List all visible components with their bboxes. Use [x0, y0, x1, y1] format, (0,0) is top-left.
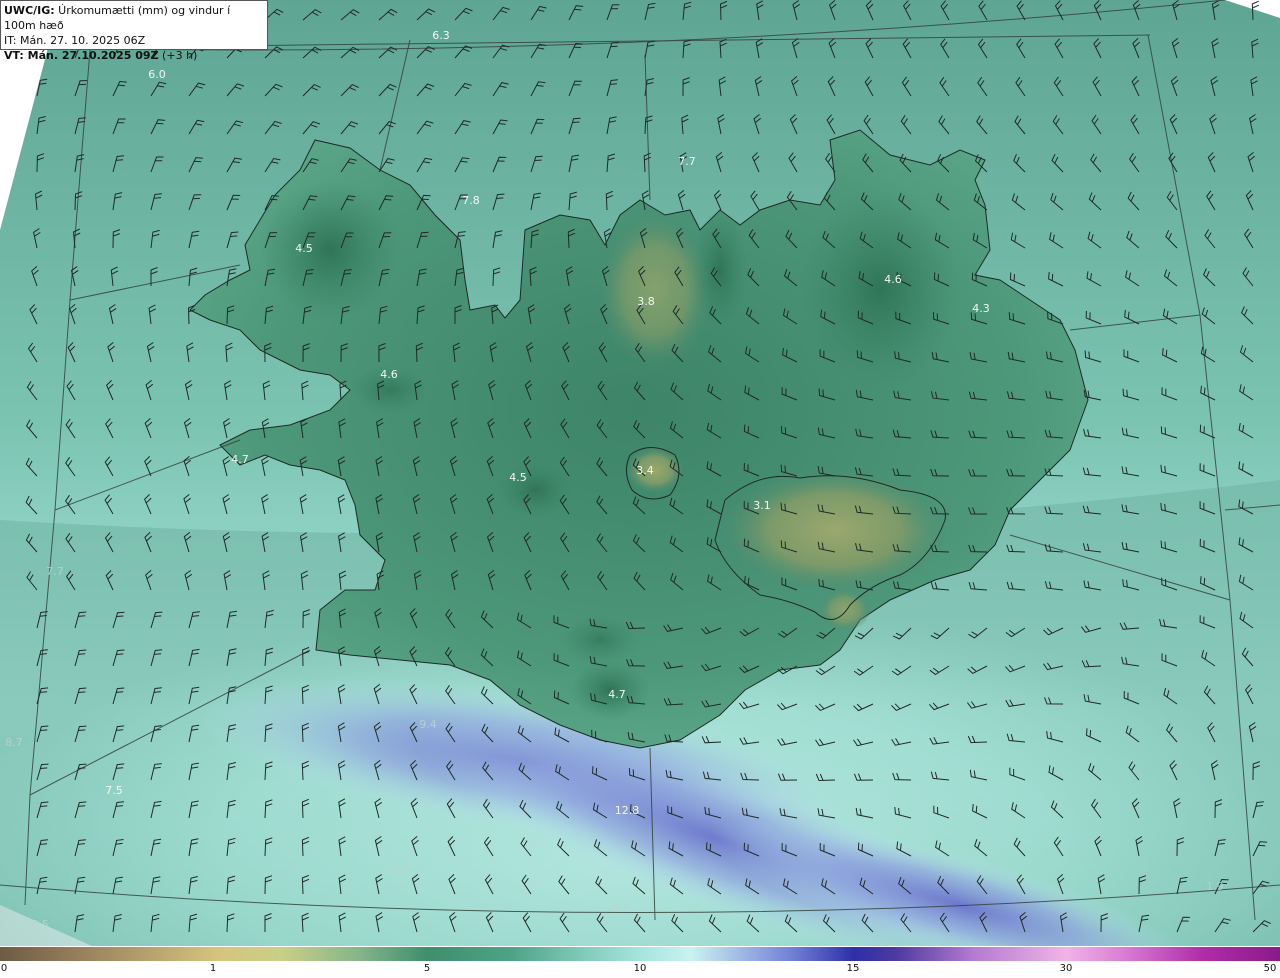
- precip-value-label: 7.7: [46, 565, 64, 578]
- precip-value-label: 9.8: [391, 864, 409, 877]
- precip-value-label: 7.7: [678, 155, 696, 168]
- precip-value-label: 6.3: [432, 29, 450, 42]
- precip-value-label: 3.1: [753, 499, 771, 512]
- map-info-box: UWC/IG: Úrkomumætti (mm) og vindur í 100…: [0, 0, 268, 62]
- colorbar-tick-5: 5: [423, 963, 431, 974]
- map-title: UWC/IG: Úrkomumætti (mm) og vindur í 100…: [4, 4, 231, 32]
- precip-value-label: 4.5: [509, 471, 527, 484]
- initial-time: IT: Mán. 27. 10. 2025 06Z: [4, 34, 146, 47]
- precip-value-label: 4.7: [608, 688, 626, 701]
- precip-value-label: 4.5: [295, 242, 313, 255]
- forecast-map: 6.3 6.0 7.7 7.8 4.5 4.6 3.8 4.3 4.6 4.7 3.4 4.5 3.1 4…: [0, 0, 1280, 978]
- precip-value-label: 1.9: [1206, 880, 1224, 893]
- precip-value-label: 4.3: [972, 302, 990, 315]
- precipitation-colorbar: 0 1 5 10 15 30 50: [0, 946, 1280, 978]
- precip-value-label: 12.8: [615, 804, 640, 817]
- precip-value-label: 4.7: [231, 453, 249, 466]
- map-canvas: 6.3 6.0 7.7 7.8 4.5 4.6 3.8 4.3 4.6 4.7 3.4 4.5 3.1 4…: [0, 0, 1280, 946]
- precip-value-label: 7.8: [462, 194, 480, 207]
- colorbar-tick-0: 0: [0, 963, 8, 974]
- precip-value-label: 8.8: [613, 902, 631, 915]
- precip-value-label: 4.6: [380, 368, 398, 381]
- valid-time: VT: Mán. 27.10.2025 09Z (+3 h): [4, 49, 198, 62]
- precip-value-label: 9.4: [419, 718, 437, 731]
- colorbar-strip: [0, 947, 1280, 961]
- colorbar-tick-30: 30: [1059, 963, 1073, 974]
- precip-value-label: 7.5: [105, 784, 123, 797]
- colorbar-tick-15: 15: [846, 963, 860, 974]
- precip-value-label: 6.5: [31, 918, 49, 931]
- colorbar-tick-50: 50: [1263, 963, 1277, 974]
- precip-value-label: 6.0: [148, 68, 166, 81]
- colorbar-tick-1: 1: [209, 963, 217, 974]
- precip-value-label: 3.4: [636, 464, 654, 477]
- vatnajokull-glacier: [725, 470, 945, 590]
- precip-value-label: 4.6: [884, 273, 902, 286]
- precip-value-label: 3.8: [637, 295, 655, 308]
- colorbar-tick-10: 10: [633, 963, 647, 974]
- precip-value-label: 8.7: [5, 736, 23, 749]
